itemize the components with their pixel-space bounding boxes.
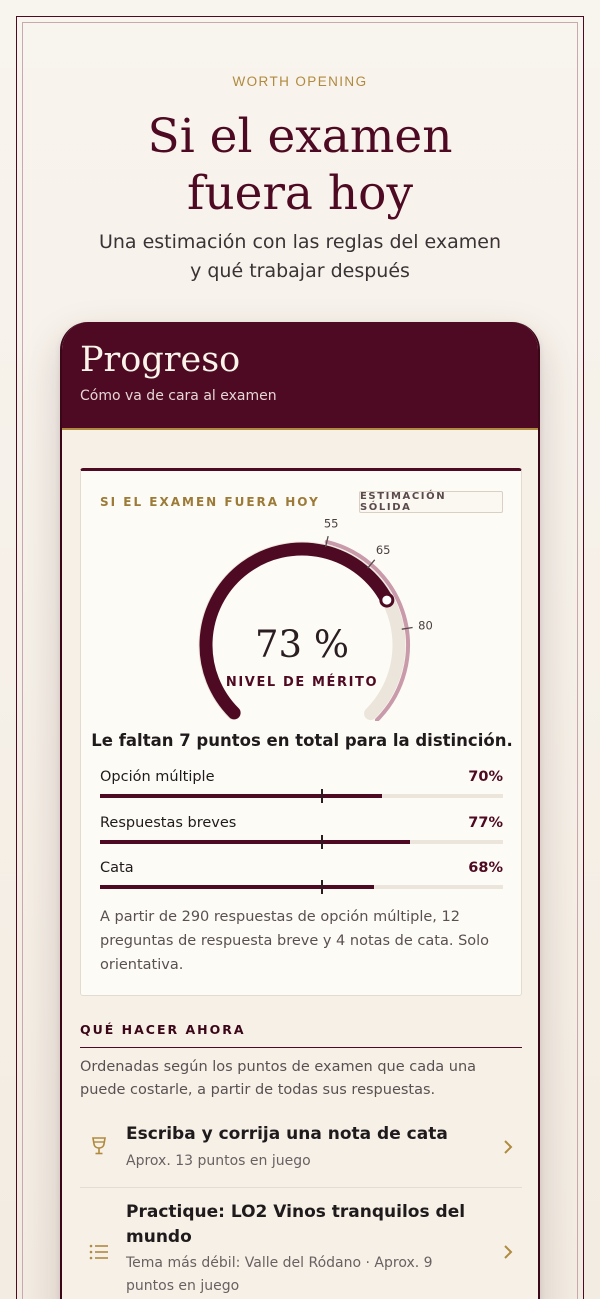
- exam-estimate-card: SI EL EXAMEN FUERA HOY ESTIMACIÓN SÓLIDA…: [80, 468, 522, 996]
- metric-tasting: Cata 68%: [100, 860, 503, 896]
- metric-label: Respuestas breves: [100, 815, 237, 831]
- hero-title-line-2: fuera hoy: [186, 166, 414, 221]
- next-steps-heading: QUÉ HACER AHORA: [80, 1022, 522, 1048]
- distinction-gap-text: Le faltan 7 puntos en total para la dist…: [91, 731, 513, 750]
- chevron-right-icon: [504, 1245, 513, 1259]
- metric-track: [100, 789, 503, 803]
- target-tick: [320, 789, 323, 803]
- metric-track: [100, 880, 503, 894]
- action-title: Practique: LO2 Vinos tranquilos del mund…: [126, 1202, 466, 1247]
- metric-value: 77%: [468, 815, 503, 831]
- hero-subtitle: Una estimación con las reglas del examen…: [60, 228, 540, 286]
- phone-mockup: Progreso Cómo va de cara al examen SI EL…: [60, 322, 540, 1299]
- gauge-label: NIVEL DE MÉRITO: [225, 675, 379, 690]
- hero-title: Si el examen fuera hoy: [0, 108, 600, 222]
- chevron-right-icon: [504, 1140, 513, 1154]
- metric-label: Cata: [100, 860, 134, 876]
- action-item-practice-lo2[interactable]: Practique: LO2 Vinos tranquilos del mund…: [80, 1188, 522, 1299]
- gauge-marker-label: 65: [376, 543, 391, 557]
- action-title: Escriba y corrija una nota de cata: [126, 1124, 448, 1144]
- metric-track: [100, 835, 503, 849]
- hero-subtitle-line-1: Una estimación con las reglas del examen: [98, 231, 502, 253]
- page-subtitle: Cómo va de cara al examen: [80, 388, 277, 404]
- metric-fill: [100, 794, 383, 798]
- next-steps-description: Ordenadas según los puntos de examen que…: [80, 1059, 477, 1098]
- wine-glass-icon: [92, 1137, 106, 1155]
- metric-value: 70%: [468, 769, 503, 785]
- target-tick: [320, 880, 323, 894]
- action-subtitle: Tema más débil: Valle del Ródano · Aprox…: [126, 1255, 433, 1294]
- metric-value: 68%: [468, 860, 503, 876]
- metric-short-answers: Respuestas breves 77%: [100, 815, 503, 851]
- app-header: Progreso Cómo va de cara al examen: [62, 322, 538, 430]
- gauge-knob: [379, 592, 395, 608]
- metric-multiple-choice: Opción múltiple 70%: [100, 769, 503, 805]
- metric-fill: [100, 840, 411, 844]
- action-item-tasting-note[interactable]: Escriba y corrija una nota de cata Aprox…: [80, 1112, 522, 1188]
- hero-title-line-1: Si el examen: [147, 109, 453, 164]
- page-title: Progreso: [80, 340, 241, 380]
- hero-eyebrow: WORTH OPENING: [232, 74, 368, 89]
- estimate-note: A partir de 290 respuestas de opción múl…: [100, 909, 490, 973]
- metric-fill: [100, 885, 375, 889]
- metric-label: Opción múltiple: [100, 769, 215, 785]
- gauge-value: 73 %: [255, 623, 349, 666]
- gauge-marker-label: 55: [324, 516, 339, 530]
- hero-subtitle-line-2: y qué trabajar después: [190, 260, 410, 282]
- list-icon: [89, 1244, 108, 1260]
- action-subtitle: Aprox. 13 puntos en juego: [126, 1153, 311, 1169]
- target-tick: [320, 835, 323, 849]
